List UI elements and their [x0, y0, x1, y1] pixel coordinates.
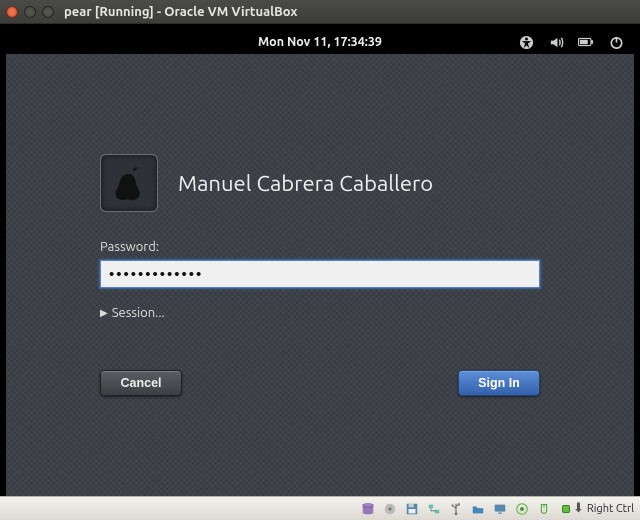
battery-icon[interactable]	[578, 34, 594, 50]
triangle-right-icon: ▶	[100, 307, 108, 319]
guest-indicator-area	[518, 30, 624, 54]
floppy-icon[interactable]	[404, 501, 420, 517]
host-key-indicator: ⬇ Right Ctrl	[562, 501, 634, 516]
power-icon[interactable]	[608, 34, 624, 50]
session-label: Session...	[112, 306, 165, 320]
host-key-label: Right Ctrl	[587, 503, 634, 515]
window-close-button[interactable]	[6, 6, 18, 18]
window-maximize-button[interactable]	[42, 6, 54, 18]
hard-disk-icon[interactable]	[360, 501, 376, 517]
shared-folders-icon[interactable]	[470, 501, 486, 517]
arrow-down-icon: ⬇	[573, 501, 584, 516]
guest-clock: Mon Nov 11, 17:34:39	[258, 35, 382, 49]
cancel-button[interactable]: Cancel	[100, 370, 182, 396]
mouse-integration-icon[interactable]	[536, 501, 552, 517]
guest-top-menubar: Mon Nov 11, 17:34:39	[6, 30, 634, 54]
username-label: Manuel Cabrera Caballero	[178, 171, 433, 196]
keyboard-led-icon	[562, 505, 570, 513]
usb-icon[interactable]	[448, 501, 464, 517]
password-input[interactable]	[100, 260, 540, 288]
login-screen: Manuel Cabrera Caballero Password: ▶ Ses…	[6, 54, 634, 496]
optical-disk-icon[interactable]	[382, 501, 398, 517]
network-icon[interactable]	[426, 501, 442, 517]
vm-viewport: Mon Nov 11, 17:34:39	[0, 24, 640, 496]
user-avatar	[100, 154, 158, 212]
user-row: Manuel Cabrera Caballero	[100, 154, 540, 212]
session-expander[interactable]: ▶ Session...	[100, 306, 540, 320]
window-controls	[6, 6, 54, 18]
accessibility-icon[interactable]	[518, 34, 534, 50]
login-button-row: Cancel Sign In	[100, 370, 540, 396]
virtualbox-status-bar: ⬇ Right Ctrl	[0, 496, 640, 520]
host-window-titlebar: pear [Running] - Oracle VM VirtualBox	[0, 0, 640, 24]
sign-in-button[interactable]: Sign In	[458, 370, 540, 396]
login-box: Manuel Cabrera Caballero Password: ▶ Ses…	[100, 154, 540, 396]
window-title: pear [Running] - Oracle VM VirtualBox	[64, 5, 297, 19]
volume-icon[interactable]	[548, 34, 564, 50]
recording-icon[interactable]	[514, 501, 530, 517]
window-minimize-button[interactable]	[24, 6, 36, 18]
pear-icon	[111, 165, 147, 201]
display-icon[interactable]	[492, 501, 508, 517]
password-label: Password:	[100, 240, 540, 254]
